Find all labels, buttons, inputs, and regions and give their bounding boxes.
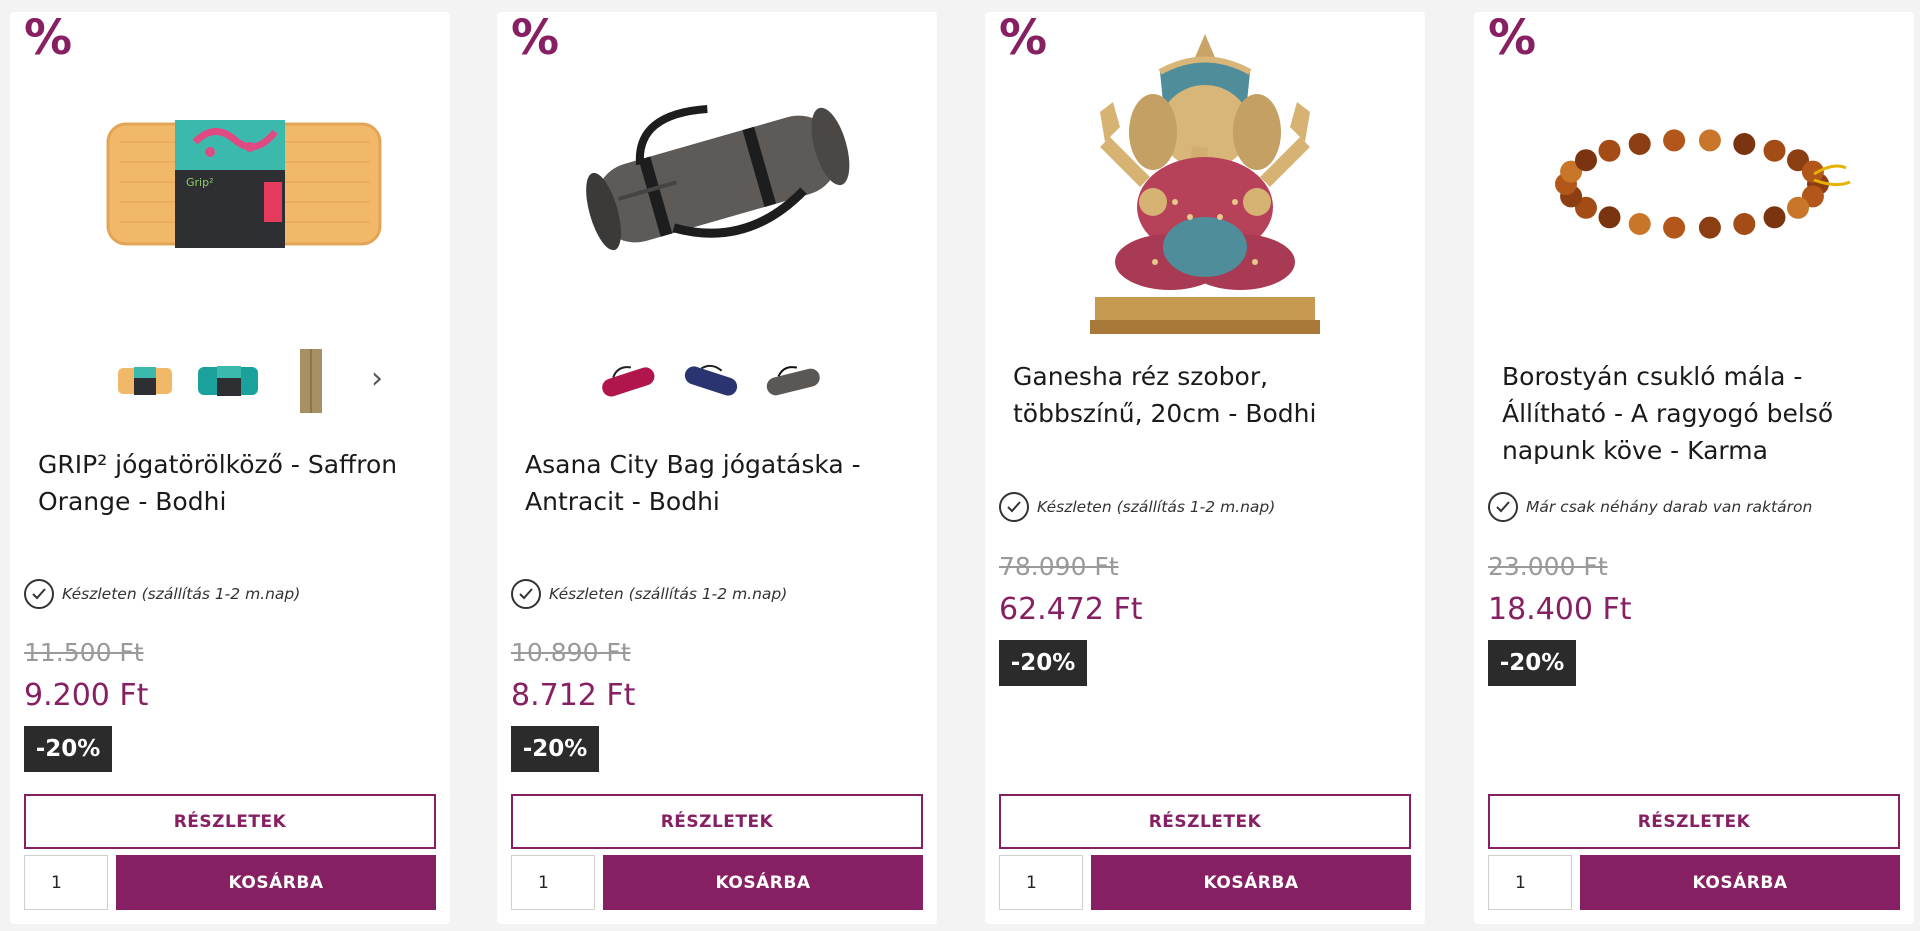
quantity-input[interactable] xyxy=(999,855,1083,910)
old-price: 10.890 Ft xyxy=(511,638,631,667)
old-price: 23.000 Ft xyxy=(1488,552,1608,581)
bead xyxy=(1763,206,1786,229)
bead xyxy=(1628,213,1651,235)
sale-price: 18.400 Ft xyxy=(1488,592,1632,627)
product-title[interactable]: Borostyán csukló mála - Állítható - A ra… xyxy=(1502,358,1894,469)
magenta-bag-thumb xyxy=(602,366,655,397)
bead xyxy=(1663,216,1686,239)
details-button[interactable]: RÉSZLETEK xyxy=(1488,794,1900,849)
bead xyxy=(1763,139,1786,162)
product-image[interactable] xyxy=(497,84,937,274)
stock-text: Már csak néhány darab van raktáron xyxy=(1526,498,1813,516)
stock-text: Készleten (szállítás 1-2 m.nap) xyxy=(549,585,788,603)
product-image[interactable] xyxy=(1474,122,1914,252)
stock-status: Készleten (szállítás 1-2 m.nap) xyxy=(999,491,1415,523)
thumbnail[interactable] xyxy=(197,350,259,412)
product-image[interactable]: Grip² xyxy=(10,102,450,262)
sale-badge: % xyxy=(1488,10,1537,66)
check-circle-icon xyxy=(999,492,1029,522)
bead xyxy=(1733,133,1756,155)
add-to-cart-button[interactable]: KOSÁRBA xyxy=(116,855,436,910)
details-button[interactable]: RÉSZLETEK xyxy=(999,794,1411,849)
sale-price: 8.712 Ft xyxy=(511,678,636,713)
stock-status: Már csak néhány darab van raktáron xyxy=(1488,491,1904,523)
packaging-label: Grip² xyxy=(186,176,214,189)
check-circle-icon xyxy=(1488,492,1518,522)
details-button[interactable]: RÉSZLETEK xyxy=(511,794,923,849)
add-to-cart-button[interactable]: KOSÁRBA xyxy=(1580,855,1900,910)
sale-price: 9.200 Ft xyxy=(24,678,149,713)
sale-badge: % xyxy=(511,10,560,66)
bead xyxy=(1733,213,1756,235)
quantity-input[interactable] xyxy=(24,855,108,910)
product-card: % Asana City Bag jógatáska - Antracit - … xyxy=(497,12,937,924)
thumbnail-strip: › xyxy=(10,349,450,413)
bead xyxy=(1698,129,1721,152)
old-price: 78.090 Ft xyxy=(999,552,1119,581)
stock-text: Készleten (szállítás 1-2 m.nap) xyxy=(1037,498,1276,516)
old-price: 11.500 Ft xyxy=(24,638,144,667)
product-title[interactable]: GRIP² jógatörölköző - Saffron Orange - B… xyxy=(38,446,430,520)
add-to-cart-button[interactable]: KOSÁRBA xyxy=(1091,855,1411,910)
discount-badge: -20% xyxy=(511,726,599,772)
bead xyxy=(1628,133,1651,155)
discount-badge: -20% xyxy=(999,640,1087,686)
sale-badge: % xyxy=(24,10,73,66)
stock-status: Készleten (szállítás 1-2 m.nap) xyxy=(24,578,440,610)
product-card: % Ganesha réz szobor, többszínű, 20cm - … xyxy=(985,12,1425,924)
product-card: % Borostyán csukló mála - Állítható - A … xyxy=(1474,12,1914,924)
teal-towel-thumb xyxy=(198,366,258,396)
product-title[interactable]: Asana City Bag jógatáska - Antracit - Bo… xyxy=(525,446,917,520)
add-to-cart-button[interactable]: KOSÁRBA xyxy=(603,855,923,910)
orange-towel-thumb xyxy=(118,367,172,395)
bead xyxy=(1598,139,1621,162)
quantity-input[interactable] xyxy=(1488,855,1572,910)
chevron-right-icon[interactable]: › xyxy=(362,364,392,394)
thumbnail[interactable] xyxy=(762,350,824,412)
yoga-bag-image xyxy=(586,104,850,251)
discount-badge: -20% xyxy=(24,726,112,772)
discount-badge: -20% xyxy=(1488,640,1576,686)
thumbnail[interactable] xyxy=(114,350,176,412)
stock-text: Készleten (szállítás 1-2 m.nap) xyxy=(62,585,301,603)
bead xyxy=(1598,206,1621,229)
bead xyxy=(1698,216,1721,239)
check-circle-icon xyxy=(24,579,54,609)
check-circle-icon xyxy=(511,579,541,609)
grey-bag-thumb xyxy=(766,366,820,396)
amber-bracelet-image xyxy=(1555,129,1851,239)
bead xyxy=(1663,129,1686,152)
product-image[interactable] xyxy=(985,32,1425,342)
thumbnail[interactable] xyxy=(597,350,659,412)
rolled-yoga-towel-image: Grip² xyxy=(106,120,382,248)
sale-price: 62.472 Ft xyxy=(999,592,1143,627)
navy-bag-thumb xyxy=(684,364,738,396)
quantity-input[interactable] xyxy=(511,855,595,910)
product-title[interactable]: Ganesha réz szobor, többszínű, 20cm - Bo… xyxy=(1013,358,1405,432)
thumbnail[interactable] xyxy=(680,350,742,412)
details-button[interactable]: RÉSZLETEK xyxy=(24,794,436,849)
thumbnail[interactable] xyxy=(280,349,342,413)
product-card: % Grip² › GRIP² jógatörölköző - Saffron … xyxy=(10,12,450,924)
thumbnail-strip xyxy=(497,350,937,412)
stock-status: Készleten (szállítás 1-2 m.nap) xyxy=(511,578,927,610)
ganesha-statue-image xyxy=(1090,34,1320,334)
bead xyxy=(1575,149,1597,172)
folded-towel-thumb xyxy=(300,349,322,413)
bead xyxy=(1787,196,1809,219)
